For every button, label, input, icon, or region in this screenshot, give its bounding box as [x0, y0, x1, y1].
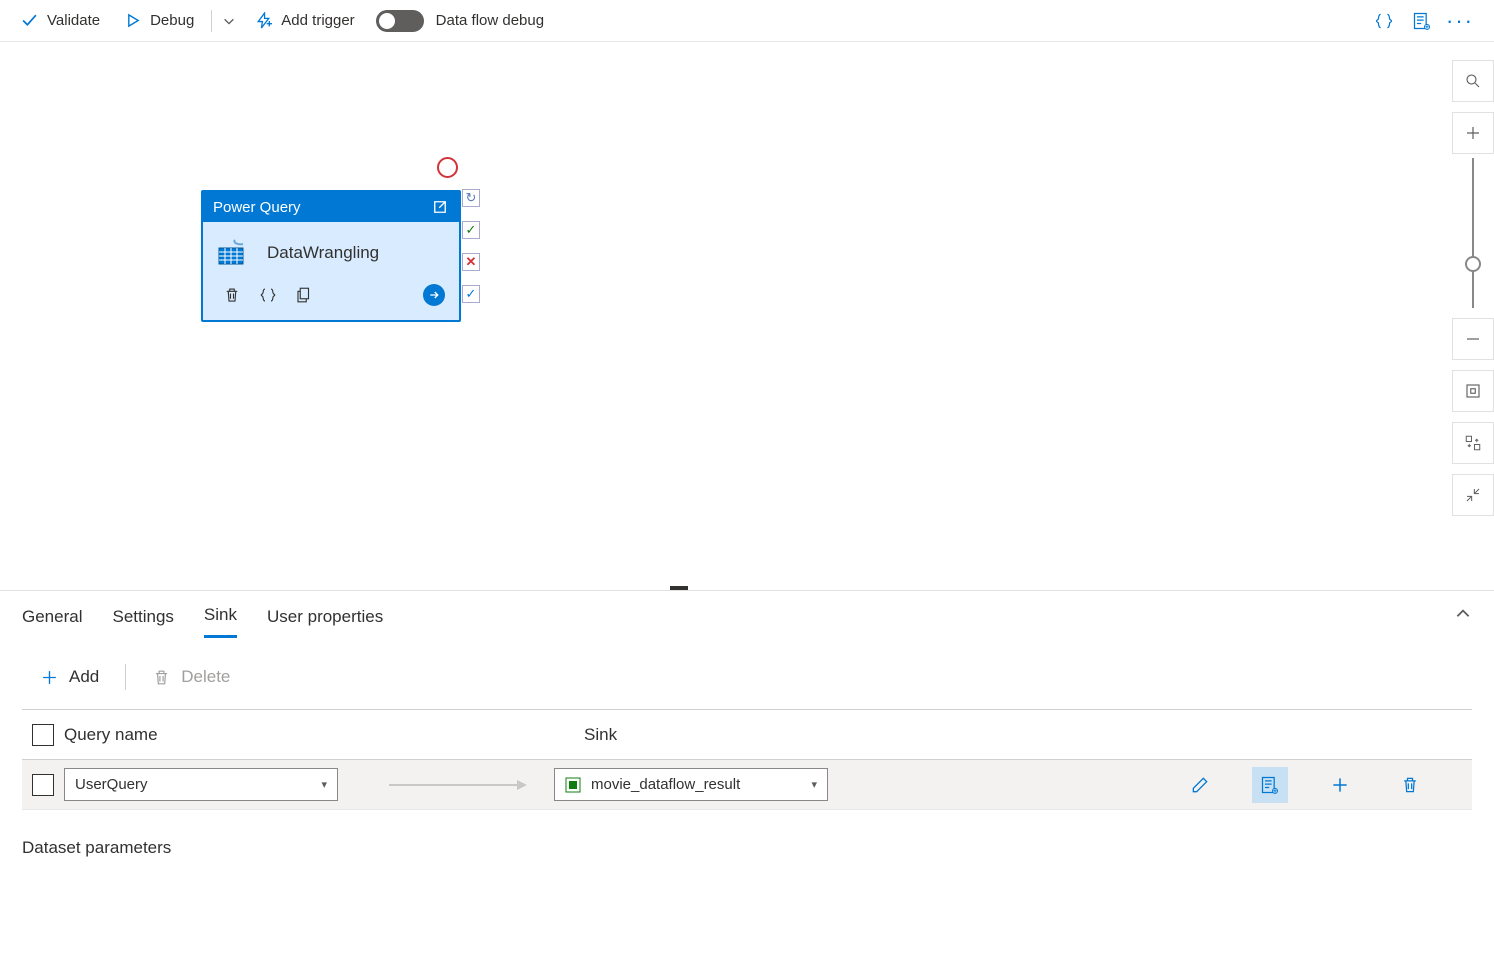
- canvas-controls: [1452, 60, 1494, 526]
- dataset-icon: [565, 777, 581, 793]
- property-panel: General Settings Sink User properties Ad…: [0, 591, 1494, 858]
- table-header: Query name Sink: [22, 710, 1472, 760]
- query-select[interactable]: UserQuery ▾: [64, 768, 338, 801]
- data-flow-debug-toggle[interactable]: [376, 10, 424, 32]
- fullscreen-collapse-icon[interactable]: [1452, 474, 1494, 516]
- delete-icon[interactable]: [223, 286, 241, 304]
- select-all-checkbox[interactable]: [32, 724, 54, 746]
- collapse-panel-icon[interactable]: [1454, 605, 1472, 623]
- delete-label: Delete: [181, 667, 230, 687]
- zoom-in-icon[interactable]: [1452, 112, 1494, 154]
- debug-label: Debug: [150, 12, 194, 29]
- completion-status-icon[interactable]: ✓: [462, 285, 480, 303]
- more-icon[interactable]: ···: [1444, 5, 1476, 37]
- dataset-parameters-heading: Dataset parameters: [0, 810, 1494, 858]
- zoom-slider-thumb[interactable]: [1465, 256, 1481, 272]
- tab-sink[interactable]: Sink: [204, 605, 237, 638]
- activity-header: Power Query: [203, 192, 459, 222]
- trash-icon: [152, 668, 171, 687]
- data-flow-debug-label: Data flow debug: [436, 12, 544, 29]
- play-icon: [126, 13, 141, 28]
- row-delete-icon[interactable]: [1392, 767, 1428, 803]
- braces-icon[interactable]: [259, 286, 277, 304]
- activity-status-strip: ↻ ✓ ✕ ✓: [462, 189, 481, 303]
- lightning-icon: [255, 12, 272, 29]
- code-braces-icon[interactable]: [1368, 5, 1400, 37]
- validate-label: Validate: [47, 12, 100, 29]
- toolbar-right: ···: [1368, 5, 1486, 37]
- sink-value: movie_dataflow_result: [591, 776, 740, 793]
- activity-power-query[interactable]: Power Query DataWrangling: [201, 190, 461, 322]
- tab-general[interactable]: General: [22, 607, 82, 637]
- power-query-icon: [217, 238, 251, 268]
- table-row: UserQuery ▾ movie_dataflow_result ▾: [22, 760, 1472, 810]
- query-value: UserQuery: [75, 776, 148, 793]
- new-icon[interactable]: [1322, 767, 1358, 803]
- validation-error-indicator[interactable]: [437, 157, 458, 178]
- activity-body: DataWrangling: [203, 222, 459, 282]
- open-sink-icon[interactable]: [1252, 767, 1288, 803]
- copy-icon[interactable]: [295, 286, 313, 304]
- redo-icon[interactable]: ↻: [462, 189, 480, 207]
- arrow-right-icon[interactable]: [423, 284, 445, 306]
- add-trigger-label: Add trigger: [281, 12, 354, 29]
- plus-icon: [40, 668, 59, 687]
- search-canvas-icon[interactable]: [1452, 60, 1494, 102]
- tab-user-properties[interactable]: User properties: [267, 607, 383, 637]
- edit-icon[interactable]: [1182, 767, 1218, 803]
- row-checkbox[interactable]: [32, 774, 54, 796]
- sink-select[interactable]: movie_dataflow_result ▾: [554, 768, 828, 801]
- separator: [211, 10, 212, 32]
- auto-layout-icon[interactable]: [1452, 422, 1494, 464]
- chevron-down-icon: ▾: [321, 778, 327, 791]
- delete-button: Delete: [142, 663, 240, 691]
- properties-icon[interactable]: [1406, 5, 1438, 37]
- activity-type-label: Power Query: [213, 199, 301, 216]
- activity-footer: [203, 282, 459, 320]
- debug-dropdown[interactable]: [216, 14, 242, 28]
- tab-settings[interactable]: Settings: [112, 607, 173, 637]
- open-external-icon[interactable]: [431, 198, 449, 216]
- sink-table: Query name Sink UserQuery ▾: [22, 709, 1472, 810]
- failure-status-icon[interactable]: ✕: [462, 253, 480, 271]
- tab-row: General Settings Sink User properties: [0, 591, 1494, 639]
- check-icon: [21, 12, 38, 29]
- toolbar: Validate Debug Add trigger Data flow deb…: [0, 0, 1494, 42]
- action-row: Add Delete: [0, 639, 1494, 709]
- chevron-down-icon: ▾: [811, 778, 817, 791]
- row-actions: [844, 767, 1472, 803]
- header-query-name: Query name: [64, 725, 584, 745]
- activity-name-label: DataWrangling: [267, 243, 379, 263]
- success-status-icon[interactable]: ✓: [462, 221, 480, 239]
- separator: [125, 664, 126, 690]
- zoom-slider[interactable]: [1472, 158, 1474, 308]
- zoom-out-icon[interactable]: [1452, 318, 1494, 360]
- debug-button[interactable]: Debug: [113, 6, 207, 35]
- fit-screen-icon[interactable]: [1452, 370, 1494, 412]
- add-trigger-button[interactable]: Add trigger: [242, 6, 367, 35]
- header-sink: Sink: [584, 725, 1472, 745]
- pipeline-canvas[interactable]: Power Query DataWrangling: [0, 42, 1494, 591]
- panel-drag-handle[interactable]: [670, 586, 688, 590]
- validate-button[interactable]: Validate: [8, 6, 113, 35]
- add-label: Add: [69, 667, 99, 687]
- arrow-connector: [364, 778, 554, 792]
- add-button[interactable]: Add: [30, 663, 109, 691]
